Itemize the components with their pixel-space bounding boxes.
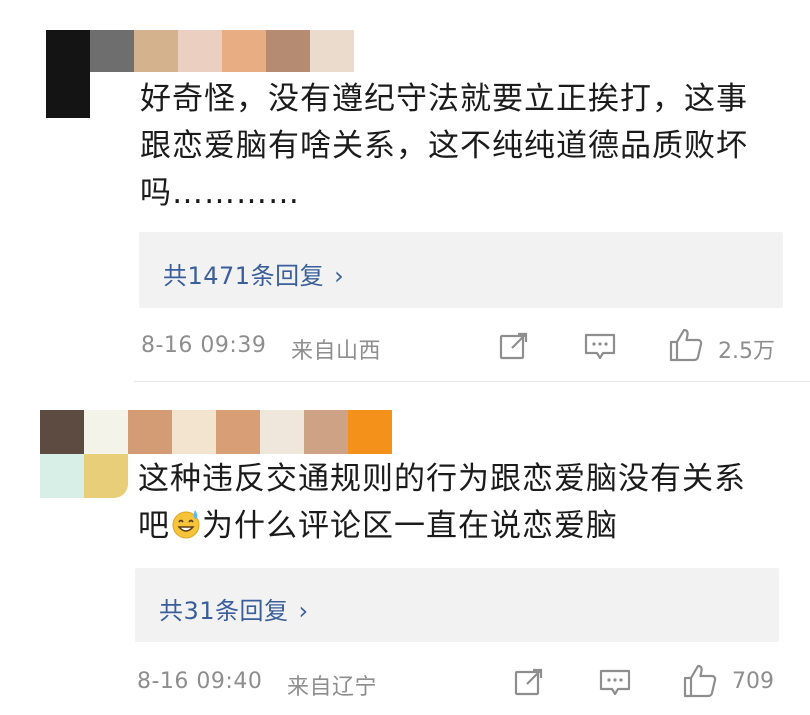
comment-text-line: 这种违反交通规则的行为跟恋爱脑没有关系 [138,461,746,497]
reply-count-label: 共31条回复 [159,597,289,625]
comment-location: 来自辽宁 [287,675,378,700]
sweat-smile-emoji [172,510,200,539]
avatar-pixel [40,454,84,498]
comment-timestamp: 8-16 09:40 [137,669,263,694]
comment-text: 这种违反交通规则的行为跟恋爱脑没有关系 吧 为什么评论区一直在说恋爱脑 [138,456,808,550]
avatar-pixel [260,410,304,454]
reply-box[interactable]: 共31条回复 › [135,568,779,642]
share-icon[interactable] [513,666,545,698]
avatar-pixel [172,410,216,454]
comment-icon[interactable] [598,668,632,698]
avatar-pixel [216,410,260,454]
avatar-pixel [348,410,392,454]
comment-text-line: 为什么评论区一直在说恋爱脑 [202,508,618,544]
avatar-pixel [84,410,128,454]
avatar-pixel [128,410,172,454]
view-replies-link[interactable]: 共31条回复 › [159,591,309,626]
chevron-right-icon: › [298,597,309,625]
thumbs-up-icon[interactable] [682,663,718,699]
like-count: 709 [732,669,774,694]
comment-text-line: 吧 [138,508,170,544]
avatar-pixel [304,410,348,454]
comment-2: 这种违反交通规则的行为跟恋爱脑没有关系 吧 为什么评论区一直在说恋爱脑 共31条… [0,0,810,715]
avatar-pixel [84,454,128,498]
avatar-pixel [40,410,84,454]
